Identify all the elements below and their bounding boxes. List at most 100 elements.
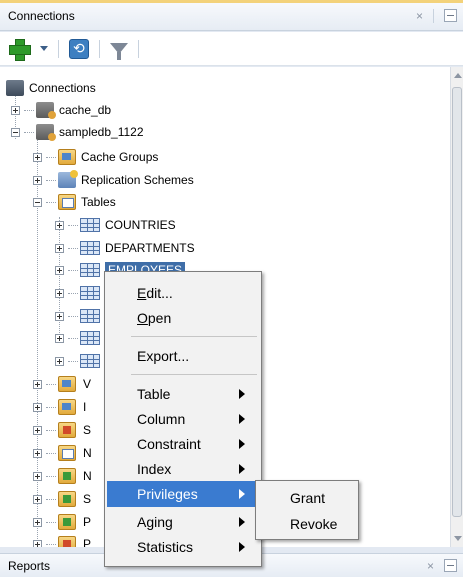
collapse-icon[interactable] — [33, 197, 42, 207]
chevron-right-icon — [239, 414, 245, 424]
tree-connector — [46, 383, 56, 385]
tree-item-table[interactable] — [55, 282, 105, 304]
expand-icon[interactable] — [11, 105, 20, 115]
menu-item-aging[interactable]: Aging — [107, 509, 259, 535]
menu-item-label: Export... — [137, 348, 190, 364]
tree-connector — [46, 429, 56, 431]
collapse-icon[interactable] — [11, 127, 20, 137]
menu-item-statistics[interactable]: Statistics — [107, 534, 259, 560]
table-icon — [80, 218, 100, 232]
tree-item-cache-db[interactable]: cache_db — [11, 99, 111, 121]
menu-item-privileges[interactable]: Privileges — [107, 481, 259, 507]
tree-item-label: I — [83, 400, 87, 414]
tree-item-table[interactable] — [55, 350, 105, 372]
tree-item-table[interactable] — [55, 305, 105, 327]
chevron-right-icon — [239, 489, 245, 499]
menu-item-revoke[interactable]: Revoke — [258, 511, 356, 537]
menu-item-label: dit... — [146, 285, 173, 301]
expand-icon[interactable] — [33, 175, 42, 185]
scroll-up-icon[interactable] — [454, 73, 462, 78]
table-icon — [80, 263, 100, 277]
tree-connector — [46, 406, 56, 408]
database-icon — [36, 102, 56, 119]
menu-item-constraint[interactable]: Constraint — [107, 431, 259, 457]
menu-item-label: Table — [137, 386, 171, 402]
menu-divider — [131, 374, 257, 375]
refresh-icon[interactable] — [69, 38, 89, 59]
tree-item-folder[interactable]: N — [33, 465, 92, 487]
tree-item-folder[interactable]: S — [33, 419, 91, 441]
tree-item-tables[interactable]: Tables — [33, 191, 116, 213]
scroll-down-icon[interactable] — [454, 536, 462, 541]
tree-item-folder[interactable]: S — [33, 488, 91, 510]
expand-icon[interactable] — [33, 494, 42, 504]
expand-icon[interactable] — [33, 425, 42, 435]
tree-item-table[interactable] — [55, 327, 105, 349]
menu-item-index[interactable]: Index — [107, 456, 259, 482]
tree-item-departments[interactable]: DEPARTMENTS — [55, 237, 195, 259]
chevron-down-icon[interactable] — [40, 46, 48, 51]
expand-icon[interactable] — [33, 471, 42, 481]
folder-icon — [58, 422, 76, 438]
tree-item-label: S — [83, 423, 92, 437]
tree-connector — [24, 131, 34, 133]
folder-icon — [58, 445, 76, 461]
tree-connector — [68, 292, 78, 294]
menu-item-edit[interactable]: Edit... — [107, 280, 259, 306]
tree-item-folder[interactable]: V — [33, 373, 91, 395]
tree-connector — [68, 224, 78, 226]
menu-mnemonic: E — [137, 285, 147, 301]
tree-item-replication[interactable]: Replication Schemes — [33, 169, 194, 191]
menu-item-label: Aging — [137, 514, 173, 530]
tree-item-cache-groups[interactable]: Cache Groups — [33, 146, 158, 168]
tree-item-folder[interactable]: I — [33, 396, 86, 418]
expand-icon[interactable] — [33, 402, 42, 412]
tree-item-folder[interactable]: N — [33, 442, 92, 464]
close-icon[interactable]: × — [427, 559, 434, 573]
database-icon — [36, 124, 56, 141]
menu-item-table[interactable]: Table — [107, 381, 259, 407]
tree-item-label: V — [83, 377, 92, 391]
tree-connector — [46, 498, 56, 500]
menu-item-grant[interactable]: Grant — [258, 485, 356, 511]
expand-icon[interactable] — [55, 356, 64, 366]
close-icon[interactable]: × — [416, 9, 423, 23]
tree-connector — [46, 201, 56, 203]
tree-item-label: DEPARTMENTS — [105, 241, 195, 255]
tree-connector — [46, 521, 56, 523]
expand-icon[interactable] — [33, 448, 42, 458]
expand-icon[interactable] — [55, 333, 64, 343]
expand-icon[interactable] — [55, 288, 64, 298]
table-icon — [80, 331, 100, 345]
menu-item-open[interactable]: Open — [107, 305, 259, 331]
expand-icon[interactable] — [55, 311, 64, 321]
add-connection-icon[interactable] — [8, 38, 31, 61]
expand-icon[interactable] — [33, 152, 42, 162]
vertical-scrollbar[interactable] — [450, 67, 463, 547]
connections-toolbar — [0, 32, 463, 66]
filter-icon[interactable] — [110, 43, 128, 60]
tree-item-countries[interactable]: COUNTRIES — [55, 214, 176, 236]
tree-item-connections[interactable]: Connections — [6, 77, 96, 99]
folder-icon — [58, 468, 76, 484]
tree-item-label: Connections — [29, 81, 96, 95]
minimize-icon[interactable] — [444, 559, 457, 572]
tree-item-label: N — [83, 446, 92, 460]
expand-icon[interactable] — [33, 379, 42, 389]
menu-item-label: Constraint — [137, 436, 201, 452]
tree-item-folder[interactable]: P — [33, 511, 91, 533]
menu-item-column[interactable]: Column — [107, 406, 259, 432]
tree-item-sampledb[interactable]: sampledb_1122 — [11, 121, 144, 143]
scrollbar-thumb[interactable] — [452, 87, 462, 517]
expand-icon[interactable] — [55, 243, 64, 253]
panel-controls: × — [416, 9, 457, 23]
menu-item-export[interactable]: Export... — [107, 343, 259, 369]
table-icon — [80, 286, 100, 300]
expand-icon[interactable] — [55, 220, 64, 230]
minimize-icon[interactable] — [444, 9, 457, 22]
expand-icon[interactable] — [55, 265, 64, 275]
reports-title: Reports — [8, 559, 51, 573]
expand-icon[interactable] — [33, 517, 42, 527]
tree-item-folder[interactable]: P — [33, 533, 91, 547]
expand-icon[interactable] — [33, 539, 42, 547]
